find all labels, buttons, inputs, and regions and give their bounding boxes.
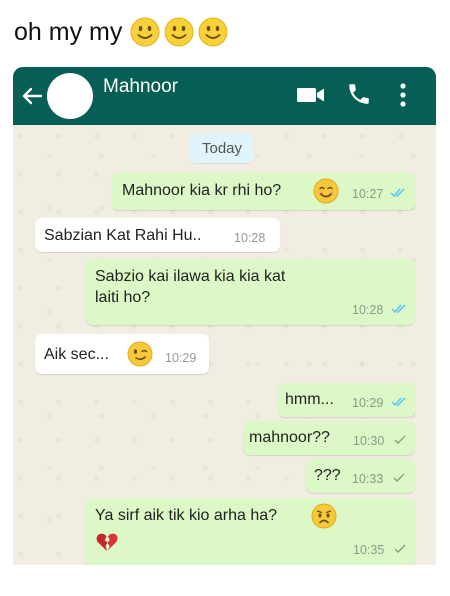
back-arrow-icon[interactable]: [21, 85, 43, 107]
chat-screen: Mahnoor Today Mahnoor kia kr rhi ho? 10:…: [13, 67, 436, 565]
message-text: ???: [314, 467, 341, 484]
smiling-face-icon: [313, 178, 339, 204]
contact-name[interactable]: Mahnoor: [103, 76, 178, 98]
post-caption: oh my my: [14, 14, 228, 50]
message-time: 10:27: [352, 187, 384, 201]
more-options-icon[interactable]: [397, 81, 409, 109]
message-text: laiti ho?: [95, 289, 151, 306]
winking-face-icon: [127, 341, 153, 367]
outgoing-message[interactable]: Sabzio kai ilawa kia kia kat laiti ho? 1…: [85, 259, 415, 325]
single-tick-sent-icon: [394, 544, 406, 553]
message-time: 10:29: [352, 396, 384, 410]
incoming-message[interactable]: Aik sec... 10:29: [35, 334, 209, 374]
double-tick-read-icon: [390, 188, 405, 198]
outgoing-message[interactable]: ??? 10:33: [306, 459, 415, 493]
message-time: 10:28: [352, 303, 384, 317]
message-time: 10:29: [165, 351, 197, 365]
single-tick-sent-icon: [394, 435, 406, 444]
message-time: 10:35: [353, 543, 385, 557]
message-text: Ya sirf aik tik kio arha ha?: [95, 507, 278, 524]
double-tick-read-icon: [391, 397, 406, 407]
slightly-smiling-face-icon: [130, 17, 160, 47]
slightly-smiling-face-icon: [164, 17, 194, 47]
phone-call-icon[interactable]: [346, 81, 372, 107]
single-tick-sent-icon: [393, 473, 405, 482]
caption-text: oh my my: [14, 17, 123, 46]
caption-emojis: [130, 17, 228, 47]
outgoing-message[interactable]: Ya sirf aik tik kio arha ha? 10:35: [85, 498, 415, 565]
double-tick-read-icon: [391, 304, 406, 314]
message-text: mahnoor??: [249, 429, 330, 446]
broken-heart-icon: [96, 533, 118, 552]
video-call-icon[interactable]: [296, 85, 326, 105]
message-text: Aik sec...: [44, 346, 109, 363]
message-time: 10:28: [234, 231, 266, 245]
outgoing-message[interactable]: mahnoor?? 10:30: [243, 421, 415, 455]
chat-header: Mahnoor: [13, 67, 436, 125]
slightly-smiling-face-icon: [198, 17, 228, 47]
message-text: Sabzian Kat Rahi Hu..: [44, 227, 202, 244]
message-text: Mahnoor kia kr rhi ho?: [122, 182, 282, 199]
worried-face-icon: [311, 503, 337, 529]
message-time: 10:30: [353, 434, 385, 448]
avatar[interactable]: [47, 73, 93, 119]
message-text: hmm...: [285, 391, 334, 408]
message-text: Sabzio kai ilawa kia kia kat: [95, 268, 286, 285]
incoming-message[interactable]: Sabzian Kat Rahi Hu.. 10:28: [35, 218, 280, 252]
outgoing-message[interactable]: Mahnoor kia kr rhi ho? 10:27: [112, 172, 415, 210]
message-time: 10:33: [352, 472, 384, 486]
message-list[interactable]: Today Mahnoor kia kr rhi ho? 10:27 Sabzi…: [13, 125, 436, 565]
outgoing-message[interactable]: hmm... 10:29: [278, 383, 415, 417]
date-separator: Today: [190, 133, 255, 163]
